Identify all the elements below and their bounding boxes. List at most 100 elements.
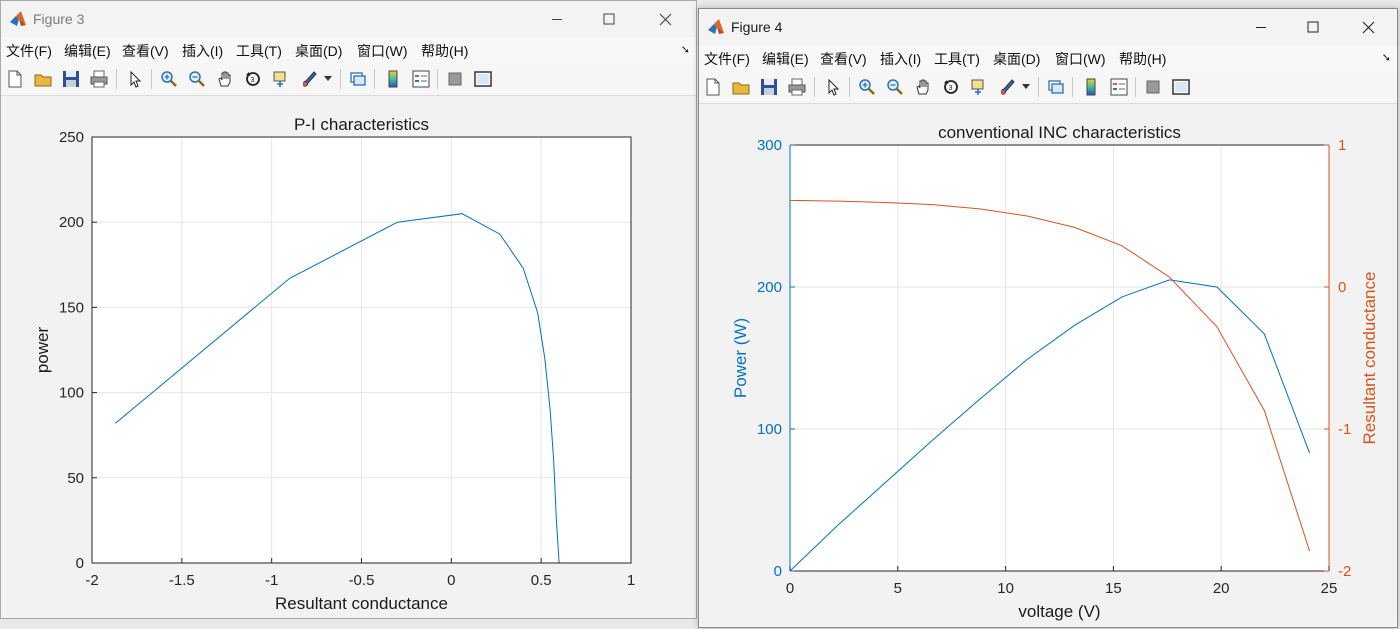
x-tick-label: 15 [1105, 580, 1122, 597]
rotate-3d-icon[interactable]: 3 [241, 67, 265, 91]
y-tick-label: 100 [59, 385, 84, 402]
dock-figure-icon[interactable]: ➘ [1382, 51, 1391, 64]
x-tick-label: 0 [786, 580, 794, 597]
pan-icon[interactable] [213, 67, 237, 91]
menu-window[interactable]: 窗口(W) [357, 41, 408, 61]
zoom-out-icon[interactable] [185, 67, 209, 91]
x-tick-label: 1 [627, 572, 635, 589]
x-tick-label: 0.5 [531, 572, 552, 589]
right-y-tick-label: -2 [1338, 563, 1351, 580]
maximize-button[interactable] [1290, 9, 1336, 45]
data-cursor-icon[interactable] [269, 67, 293, 91]
rotate-3d-icon[interactable]: 3 [939, 75, 963, 99]
x-tick-label: 5 [894, 580, 902, 597]
show-plot-tools-icon[interactable] [471, 67, 495, 91]
title-bar[interactable]: Figure 3 [1, 1, 696, 37]
menu-view[interactable]: 查看(V) [820, 49, 867, 69]
link-plot-icon[interactable] [1044, 75, 1068, 99]
matlab-logo-icon [708, 19, 724, 34]
legend-icon[interactable] [409, 67, 433, 91]
new-figure-icon[interactable] [701, 75, 725, 99]
title-bar[interactable]: Figure 4 [699, 9, 1397, 45]
figure-toolbar: 3 [699, 71, 1397, 104]
figure-window[interactable]: Figure 3 文件(F) 编辑(E) 查看(V) 插入(I) 工具(T) 桌… [0, 0, 697, 619]
right-y-tick-label: 0 [1338, 279, 1346, 296]
brush-icon[interactable] [995, 75, 1019, 99]
colorbar-icon[interactable] [381, 67, 405, 91]
window-title: Figure 4 [731, 19, 783, 35]
right-y-tick-label: 1 [1338, 137, 1346, 154]
minimize-button[interactable] [534, 1, 580, 37]
x-tick-label: -1 [265, 572, 278, 589]
p-i-characteristics-chart[interactable]: -2 -1.5 -1 -0.5 0 0.5 1 0 50 100 150 200 250 P-I cha… [1, 96, 697, 619]
menu-edit[interactable]: 编辑(E) [64, 41, 111, 61]
y-tick-label: 150 [59, 299, 84, 316]
pan-icon[interactable] [911, 75, 935, 99]
y-axis-label: power [33, 327, 52, 374]
close-button[interactable] [1345, 9, 1391, 45]
save-icon[interactable] [757, 75, 781, 99]
menu-edit[interactable]: 编辑(E) [762, 49, 809, 69]
chart-title: P-I characteristics [294, 115, 429, 134]
matlab-logo-icon [10, 11, 26, 26]
menu-desktop[interactable]: 桌面(D) [295, 41, 342, 61]
x-tick-label: 0 [447, 572, 455, 589]
print-icon[interactable] [785, 75, 809, 99]
svg-text:3: 3 [251, 77, 255, 84]
hide-plot-tools-icon[interactable] [443, 67, 467, 91]
brush-icon[interactable] [297, 67, 321, 91]
save-icon[interactable] [59, 67, 83, 91]
zoom-in-icon[interactable] [855, 75, 879, 99]
figure-canvas[interactable]: 0 5 10 15 20 25 0 100 200 300 -2 -1 0 1 conventional … [699, 104, 1397, 627]
right-y-axis-label: Resultant conductance [1360, 272, 1379, 445]
menu-desktop[interactable]: 桌面(D) [993, 49, 1040, 69]
chart-title: conventional INC characteristics [938, 123, 1181, 142]
open-file-icon[interactable] [31, 67, 55, 91]
show-plot-tools-icon[interactable] [1169, 75, 1193, 99]
left-y-tick-label: 100 [757, 421, 782, 438]
menu-insert[interactable]: 插入(I) [880, 49, 921, 69]
close-button[interactable] [642, 1, 688, 37]
print-icon[interactable] [87, 67, 111, 91]
x-tick-label: -2 [85, 572, 98, 589]
menu-insert[interactable]: 插入(I) [182, 41, 223, 61]
x-tick-label: 25 [1321, 580, 1338, 597]
zoom-in-icon[interactable] [157, 67, 181, 91]
menu-tools[interactable]: 工具(T) [236, 41, 282, 61]
minimize-button[interactable] [1238, 9, 1284, 45]
data-cursor-icon[interactable] [967, 75, 991, 99]
menu-bar: 文件(F) 编辑(E) 查看(V) 插入(I) 工具(T) 桌面(D) 窗口(W… [1, 37, 696, 63]
legend-icon[interactable] [1107, 75, 1131, 99]
menu-view[interactable]: 查看(V) [122, 41, 169, 61]
colorbar-icon[interactable] [1079, 75, 1103, 99]
new-figure-icon[interactable] [3, 67, 27, 91]
svg-text:3: 3 [949, 85, 953, 92]
y-tick-label: 0 [76, 555, 84, 572]
left-y-tick-label: 200 [757, 279, 782, 296]
hide-plot-tools-icon[interactable] [1141, 75, 1165, 99]
menu-file[interactable]: 文件(F) [704, 49, 750, 69]
x-tick-label: -1.5 [169, 572, 195, 589]
dock-figure-icon[interactable]: ➘ [681, 43, 690, 56]
menu-tools[interactable]: 工具(T) [934, 49, 980, 69]
maximize-button[interactable] [586, 1, 632, 37]
open-file-icon[interactable] [729, 75, 753, 99]
x-axis-label: Resultant conductance [275, 594, 448, 613]
menu-file[interactable]: 文件(F) [6, 41, 52, 61]
brush-dropdown-icon[interactable] [321, 67, 335, 91]
pointer-icon[interactable] [123, 67, 147, 91]
y-tick-label: 50 [67, 470, 84, 487]
conventional-inc-characteristics-chart[interactable]: 0 5 10 15 20 25 0 100 200 300 -2 -1 0 1 conventional … [699, 104, 1398, 628]
menu-help[interactable]: 帮助(H) [1119, 49, 1166, 69]
zoom-out-icon[interactable] [883, 75, 907, 99]
x-axis-label: voltage (V) [1018, 602, 1100, 621]
x-tick-label: 20 [1213, 580, 1230, 597]
menu-window[interactable]: 窗口(W) [1055, 49, 1106, 69]
figure-toolbar: 3 [1, 63, 696, 96]
figure-canvas[interactable]: -2 -1.5 -1 -0.5 0 0.5 1 0 50 100 150 200 250 P-I cha… [1, 96, 696, 618]
link-plot-icon[interactable] [346, 67, 370, 91]
pointer-icon[interactable] [821, 75, 845, 99]
figure-window[interactable]: Figure 4 文件(F) 编辑(E) 查看(V) 插入(I) 工具(T) 桌… [698, 8, 1398, 628]
brush-dropdown-icon[interactable] [1019, 75, 1033, 99]
menu-help[interactable]: 帮助(H) [421, 41, 468, 61]
